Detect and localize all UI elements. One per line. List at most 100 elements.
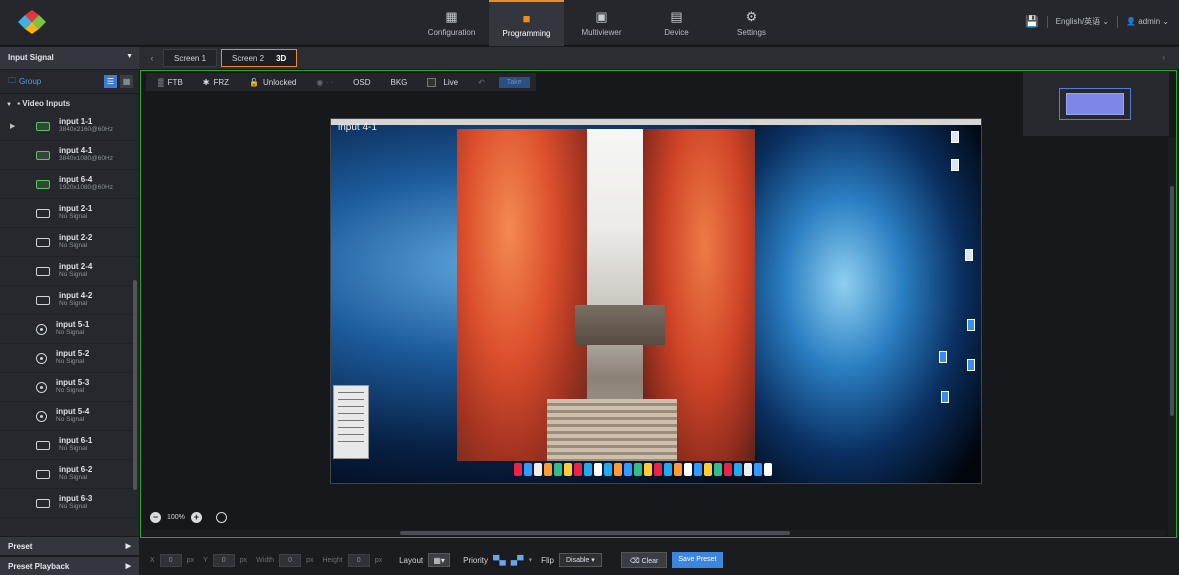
- screen-thumbnail-panel: [1023, 72, 1169, 136]
- tab-screen-1[interactable]: Screen 1: [163, 49, 218, 67]
- sidebar-item-input-2-4[interactable]: input 2-4 No Signal: [0, 257, 139, 286]
- bkg-button[interactable]: BKG: [384, 78, 413, 87]
- sidebar-item-input-5-2[interactable]: input 5-2 No Signal: [0, 344, 139, 373]
- tab-device[interactable]: ▤ Device: [639, 0, 714, 46]
- tab-screen-2[interactable]: Screen 2 3D: [221, 49, 298, 67]
- bring-forward-icon[interactable]: ▀▄: [493, 555, 506, 565]
- sidebar-item-input-5-3[interactable]: input 5-3 No Signal: [0, 373, 139, 402]
- sidebar-item-input-6-1[interactable]: input 6-1 No Signal: [0, 431, 139, 460]
- layout-dropdown[interactable]: ▦▾: [428, 553, 451, 567]
- send-backward-icon[interactable]: ▄▀: [511, 555, 524, 565]
- flip-select[interactable]: Disable ▾: [558, 553, 602, 567]
- sidebar-item-input-4-1[interactable]: input 4-1 3840x1080@60Hz: [0, 141, 139, 170]
- live-checkbox[interactable]: Live: [421, 77, 464, 87]
- layout-grid-icon: ▦▾: [433, 556, 445, 565]
- save-preset-button[interactable]: Save Preset: [672, 552, 723, 568]
- tab-settings[interactable]: ⚙ Settings: [714, 0, 789, 46]
- input-text: input 5-4 No Signal: [56, 408, 89, 424]
- sidebar-item-input-6-3[interactable]: input 6-3 No Signal: [0, 489, 139, 518]
- reset-zoom-icon[interactable]: [215, 512, 227, 523]
- take-button[interactable]: Take: [498, 76, 530, 88]
- chevron-left-icon[interactable]: ‹: [145, 53, 159, 63]
- ftb-button[interactable]: ▒ FTB: [152, 78, 189, 87]
- x-input[interactable]: 0: [159, 553, 182, 567]
- input-text: input 4-2 No Signal: [59, 292, 92, 308]
- dim-toggle[interactable]: ◉ · ·: [310, 78, 339, 87]
- gear-icon: ⚙: [745, 9, 758, 24]
- tab-programming[interactable]: ■ Programming: [489, 0, 564, 46]
- unlocked-button[interactable]: 🔓 Unlocked: [243, 78, 302, 87]
- language-select[interactable]: English/英语 ⌄: [1056, 16, 1109, 27]
- hdmi-icon: [36, 266, 50, 276]
- sidebar-item-input-5-4[interactable]: input 5-4 No Signal: [0, 402, 139, 431]
- snowflake-icon: ✱: [202, 77, 210, 87]
- autumn-photo-window[interactable]: [457, 129, 755, 461]
- preset-playback-header[interactable]: Preset Playback ▶: [0, 557, 139, 575]
- hdmi-icon: [36, 295, 50, 305]
- grid-view-icon[interactable]: ▦: [120, 75, 133, 88]
- screen-preview[interactable]: input 4-1: [330, 118, 982, 484]
- y-input[interactable]: 0: [212, 553, 235, 567]
- sidebar-item-input-2-2[interactable]: input 2-2 No Signal: [0, 228, 139, 257]
- height-input[interactable]: 0: [347, 553, 370, 567]
- input-name: input 2-2: [59, 233, 93, 242]
- input-name: input 5-1: [56, 320, 90, 329]
- input-status: No Signal: [59, 503, 88, 510]
- input-name: input 2-4: [59, 262, 93, 271]
- canvas-vertical-scrollbar[interactable]: [1168, 138, 1176, 536]
- input-text: input 2-4 No Signal: [59, 263, 92, 279]
- tab-configuration[interactable]: ▦ Configuration: [414, 0, 489, 46]
- input-status: No Signal: [59, 300, 88, 307]
- input-status: No Signal: [59, 474, 88, 481]
- save-icon[interactable]: 💾: [1025, 15, 1039, 28]
- checkbox-icon: [427, 77, 437, 87]
- hdmi-icon: [36, 208, 50, 218]
- input-signal-header[interactable]: Input Signal ▼: [0, 47, 139, 69]
- top-right-controls: 💾 English/英语 ⌄ 👤 admin ⌄: [1025, 15, 1169, 28]
- sidebar-item-input-5-1[interactable]: input 5-1 No Signal: [0, 315, 139, 344]
- video-inputs-folder[interactable]: ▼ ▪ Video Inputs: [0, 94, 139, 112]
- canvas-horizontal-scrollbar[interactable]: [142, 530, 1166, 536]
- top-bar: ▦ Configuration ■ Programming ▣ Multivie…: [0, 0, 1179, 46]
- divider: [1117, 15, 1119, 28]
- sdi-icon: [36, 410, 47, 422]
- layer-properties-bar: X 0 px Y 0 px Width 0 px Height 0 px Lay…: [140, 548, 1179, 572]
- hdmi-icon: [36, 179, 50, 189]
- sidebar-item-input-1-1[interactable]: ▶ input 1-1 3840x2160@60Hz: [0, 112, 139, 141]
- preset-header[interactable]: Preset ▶: [0, 537, 139, 555]
- input-status: No Signal: [59, 271, 88, 278]
- sidebar-item-input-4-2[interactable]: input 4-2 No Signal: [0, 286, 139, 315]
- list-view-icon[interactable]: ☰: [104, 75, 117, 88]
- sdi-icon: [36, 323, 47, 335]
- input-text: input 2-2 No Signal: [59, 234, 92, 250]
- group-link[interactable]: Group: [19, 77, 41, 86]
- zoom-in-icon[interactable]: +: [190, 512, 202, 523]
- input-name: input 2-1: [59, 204, 93, 213]
- sidebar-item-input-2-1[interactable]: input 2-1 No Signal: [0, 199, 139, 228]
- caret-right-icon[interactable]: ▶: [10, 122, 15, 130]
- logo-icon: [18, 10, 46, 34]
- input-name: input 5-3: [56, 378, 90, 387]
- osd-button[interactable]: OSD: [347, 78, 376, 87]
- clear-button[interactable]: ⌫ Clear: [620, 552, 668, 568]
- chevron-right-icon[interactable]: ›: [1162, 53, 1165, 62]
- dvi-icon: [36, 440, 50, 450]
- frz-button[interactable]: ✱ FRZ: [197, 78, 235, 87]
- ftb-icon: ▒: [158, 77, 164, 87]
- sidebar-item-input-6-4[interactable]: input 6-4 1920x1080@60Hz: [0, 170, 139, 199]
- sidebar-item-input-6-2[interactable]: input 6-2 No Signal: [0, 460, 139, 489]
- priority-more-icon[interactable]: ▾: [529, 556, 533, 564]
- zoom-out-icon[interactable]: −: [150, 512, 161, 523]
- screen-thumbnail[interactable]: [1059, 88, 1131, 120]
- tab-multiviewer[interactable]: ▣ Multiviewer: [564, 0, 639, 46]
- user-menu[interactable]: 👤 admin ⌄: [1126, 17, 1169, 26]
- sidebar-scrollbar[interactable]: [133, 280, 137, 490]
- undo-button[interactable]: ↶: [472, 78, 491, 87]
- input-name: input 6-4: [59, 175, 93, 184]
- broom-icon: ⌫: [629, 558, 640, 565]
- canvas-toolbar: ▒ FTB ✱ FRZ 🔓 Unlocked ◉ · · OSD BKG Live ↶…: [146, 73, 536, 91]
- input-sidebar: 🗀 Group ☰ ▦ ▼ ▪ Video Inputs ▶ input 1-1 3…: [0, 70, 139, 536]
- width-input[interactable]: 0: [279, 553, 302, 567]
- desktop-folder-icon: [967, 319, 975, 331]
- folder-icon: 🗀: [8, 75, 16, 85]
